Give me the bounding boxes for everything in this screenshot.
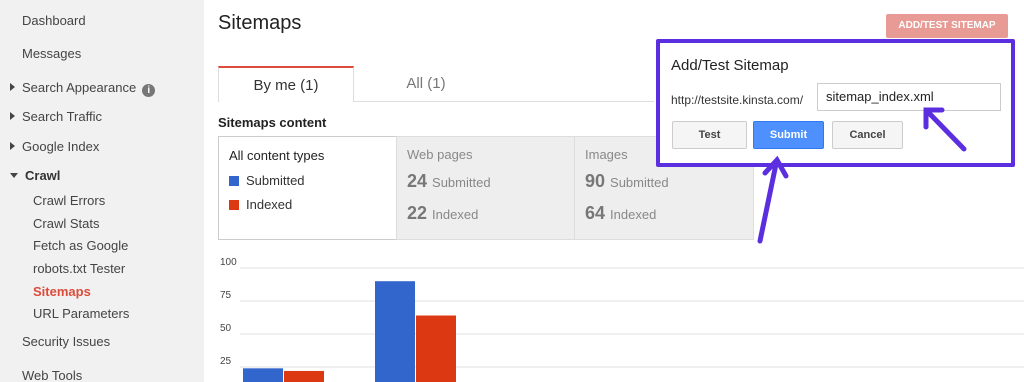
indexed-swatch — [229, 200, 239, 210]
sidebar-item-label: Google Index — [22, 139, 100, 154]
web-pages-submitted-label: Submitted — [432, 175, 491, 190]
sidebar-item-dashboard[interactable]: Dashboard — [22, 13, 86, 28]
y-tick-label: 100 — [220, 258, 237, 268]
y-tick-label: 25 — [220, 356, 232, 367]
web-pages-indexed-count: 22 — [407, 203, 428, 223]
legend-indexed: Indexed — [229, 197, 292, 212]
sidebar-item-google-index[interactable]: Google Index — [10, 139, 99, 154]
cancel-button[interactable]: Cancel — [832, 121, 903, 149]
images-submitted-label: Submitted — [610, 175, 669, 190]
sidebar-item-search-traffic[interactable]: Search Traffic — [10, 109, 102, 124]
bar-indexed-0[interactable] — [284, 370, 324, 382]
sitemaps-content-label: Sitemaps content — [218, 115, 327, 130]
sitemap-chart: 100 75 50 25 — [218, 258, 1024, 382]
images-indexed-count: 64 — [585, 203, 606, 223]
bar-indexed-1[interactable] — [416, 315, 456, 382]
sitemap-url-prefix: http://testsite.kinsta.com/ — [671, 93, 804, 107]
tab-divider — [354, 101, 654, 102]
web-pages-indexed-label: Indexed — [432, 207, 479, 222]
sidebar-item-messages[interactable]: Messages — [22, 46, 81, 61]
add-test-sitemap-button[interactable]: ADD/TEST SITEMAP — [886, 14, 1008, 38]
y-tick-label: 50 — [220, 323, 232, 334]
submit-button[interactable]: Submit — [753, 121, 824, 149]
chevron-right-icon — [10, 83, 15, 91]
sidebar-item-crawl-errors[interactable]: Crawl Errors — [33, 193, 105, 208]
bar-submitted-1[interactable] — [375, 281, 415, 382]
dialog-title: Add/Test Sitemap — [671, 57, 789, 74]
web-pages-title: Web pages — [407, 147, 473, 162]
sidebar-item-label: Crawl — [25, 168, 61, 183]
page-title: Sitemaps — [218, 12, 302, 34]
arrow-to-submit — [757, 161, 779, 244]
sidebar-item-web-tools[interactable]: Web Tools — [22, 368, 82, 382]
content-type-web-pages[interactable]: Web pages 24 Submitted 22 Indexed — [396, 136, 575, 240]
sidebar-item-search-appearance[interactable]: Search Appearance i — [10, 80, 156, 97]
tab-by-me[interactable]: By me (1) — [218, 66, 354, 102]
tab-all[interactable]: All (1) — [354, 66, 498, 102]
images-indexed: 64 Indexed — [585, 203, 656, 224]
web-pages-indexed: 22 Indexed — [407, 203, 478, 224]
chevron-right-icon — [10, 142, 15, 150]
legend-label: Submitted — [246, 173, 305, 188]
submitted-swatch — [229, 176, 239, 186]
sidebar-item-sitemaps[interactable]: Sitemaps — [33, 284, 91, 299]
web-pages-submitted: 24 Submitted — [407, 171, 491, 192]
y-tick-label: 75 — [220, 290, 232, 301]
content-type-title: All content types — [229, 148, 325, 163]
sitemap-path-input[interactable]: sitemap_index.xml — [817, 83, 1001, 111]
images-submitted-count: 90 — [585, 171, 606, 191]
sidebar-item-fetch-as-google[interactable]: Fetch as Google — [33, 238, 128, 253]
images-title: Images — [585, 147, 628, 162]
images-submitted: 90 Submitted — [585, 171, 669, 192]
chart-svg: 100 75 50 25 — [220, 258, 1024, 382]
chevron-right-icon — [10, 112, 15, 120]
info-icon[interactable]: i — [142, 84, 156, 97]
test-button[interactable]: Test — [672, 121, 747, 149]
sidebar-item-robots-tester[interactable]: robots.txt Tester — [33, 261, 125, 276]
legend-submitted: Submitted — [229, 173, 305, 188]
web-pages-submitted-count: 24 — [407, 171, 428, 191]
legend-label: Indexed — [246, 197, 293, 212]
content-type-all[interactable]: All content types Submitted Indexed — [218, 136, 397, 240]
add-test-sitemap-dialog: Add/Test Sitemap http://testsite.kinsta.… — [656, 39, 1015, 167]
sidebar-item-security-issues[interactable]: Security Issues — [22, 334, 110, 349]
sidebar-item-crawl-stats[interactable]: Crawl Stats — [33, 216, 99, 231]
bar-submitted-0[interactable] — [243, 368, 283, 382]
images-indexed-label: Indexed — [610, 207, 657, 222]
sidebar-item-label: Search Appearance — [22, 80, 137, 95]
sidebar-item-url-parameters[interactable]: URL Parameters — [33, 306, 129, 321]
chevron-down-icon — [10, 173, 18, 178]
sidebar: Dashboard Messages Search Appearance i Se… — [0, 0, 204, 382]
sidebar-item-label: Search Traffic — [22, 109, 102, 124]
sidebar-item-crawl[interactable]: Crawl — [10, 168, 60, 183]
